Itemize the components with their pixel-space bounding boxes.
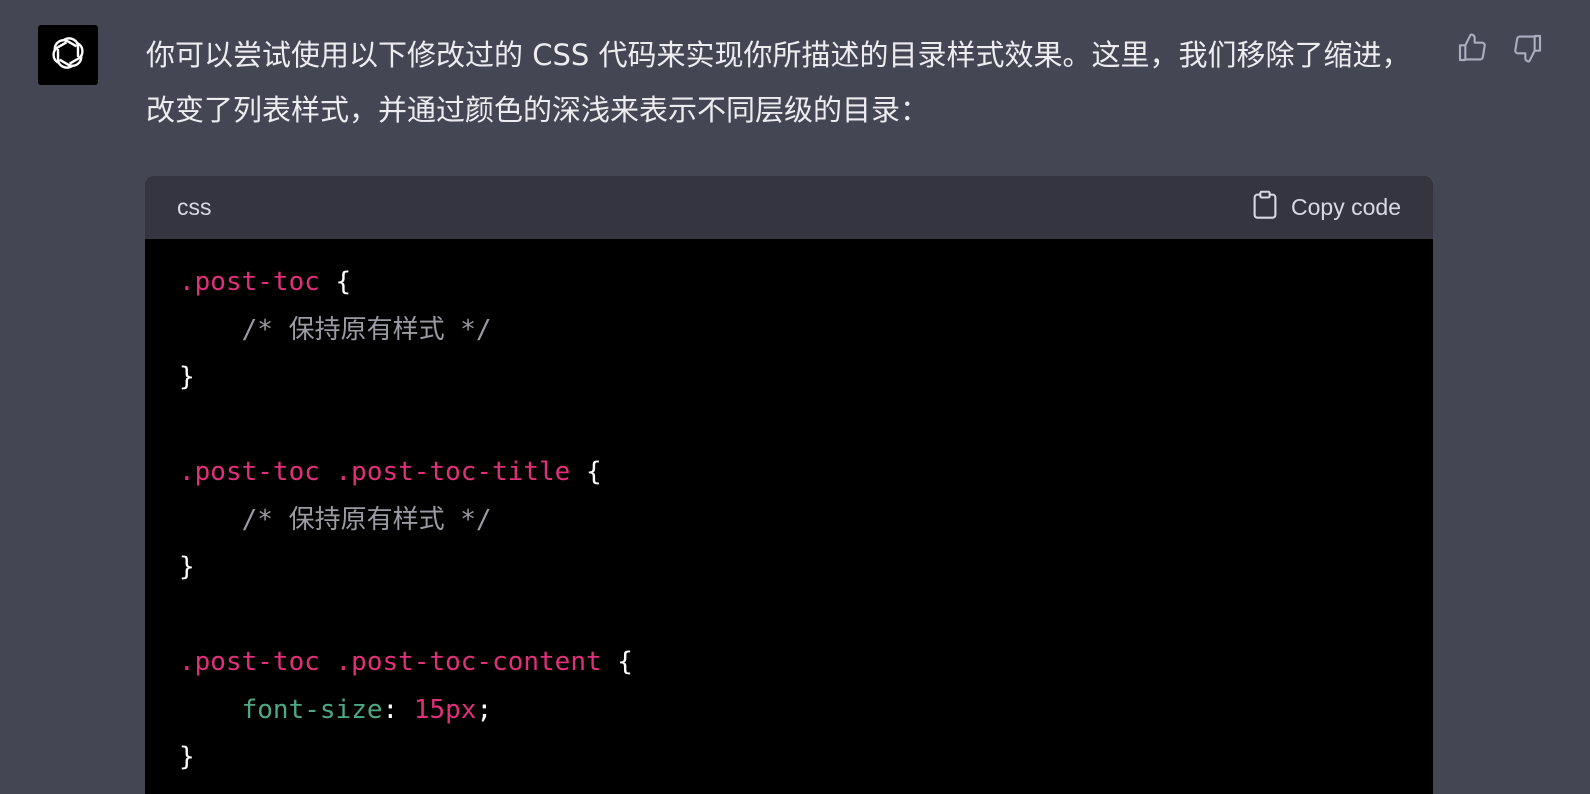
thumbs-up-icon <box>1456 32 1488 68</box>
thumbs-up-button[interactable] <box>1452 30 1492 70</box>
code-line: .post-toc .post-toc-title { <box>179 449 1399 497</box>
code-line: font-size: 15px; <box>179 687 1399 735</box>
chat-page: 你可以尝试使用以下修改过的 CSS 代码来实现你所描述的目录样式效果。这里，我们… <box>0 0 1590 794</box>
code-token-punct: } <box>179 362 195 392</box>
code-content[interactable]: .post-toc { /* 保持原有样式 */} .post-toc .post… <box>145 239 1433 782</box>
openai-logo-icon <box>48 33 88 77</box>
code-token-prop: font-size <box>241 694 383 725</box>
code-line: /* 保持原有样式 */ <box>179 307 1399 355</box>
code-token-comment: /* 保持原有样式 */ <box>179 504 492 535</box>
code-line: } <box>179 734 1399 782</box>
copy-code-button[interactable]: Copy code <box>1251 190 1401 226</box>
copy-code-label: Copy code <box>1291 194 1401 220</box>
code-token-selector: .post-toc .post-toc-title <box>179 457 571 487</box>
code-token-punct: : <box>382 694 414 725</box>
code-line: .post-toc .post-toc-content { <box>179 639 1399 687</box>
code-token-comment: /* 保持原有样式 */ <box>179 314 492 345</box>
code-line: } <box>179 354 1399 402</box>
code-line: .post-toc { <box>179 259 1399 307</box>
thumbs-down-button[interactable] <box>1508 30 1548 70</box>
code-token-punct: } <box>179 552 195 582</box>
code-line: /* 保持原有样式 */ <box>179 497 1399 545</box>
assistant-avatar <box>38 25 98 85</box>
assistant-message-text: 你可以尝试使用以下修改过的 CSS 代码来实现你所描述的目录样式效果。这里，我们… <box>146 38 1411 127</box>
clipboard-icon <box>1251 190 1279 226</box>
code-token-punct: { <box>601 647 633 677</box>
code-token-value: 15px <box>413 694 477 725</box>
code-token-punct: } <box>179 742 195 772</box>
thumbs-down-icon <box>1512 32 1544 68</box>
code-token-punct: ; <box>476 694 493 725</box>
code-token-selector: .post-toc .post-toc-content <box>179 647 602 677</box>
code-language-label: css <box>177 194 212 220</box>
code-token-punct: { <box>319 267 352 297</box>
code-token-selector: .post-toc <box>179 267 320 297</box>
code-block-header: css Copy code <box>145 176 1433 239</box>
code-token-punct: { <box>570 457 602 487</box>
code-line: } <box>179 544 1399 592</box>
code-block: css Copy code .post-toc { /* 保持原有样式 */}.… <box>145 176 1433 794</box>
code-token-punct <box>179 695 242 725</box>
